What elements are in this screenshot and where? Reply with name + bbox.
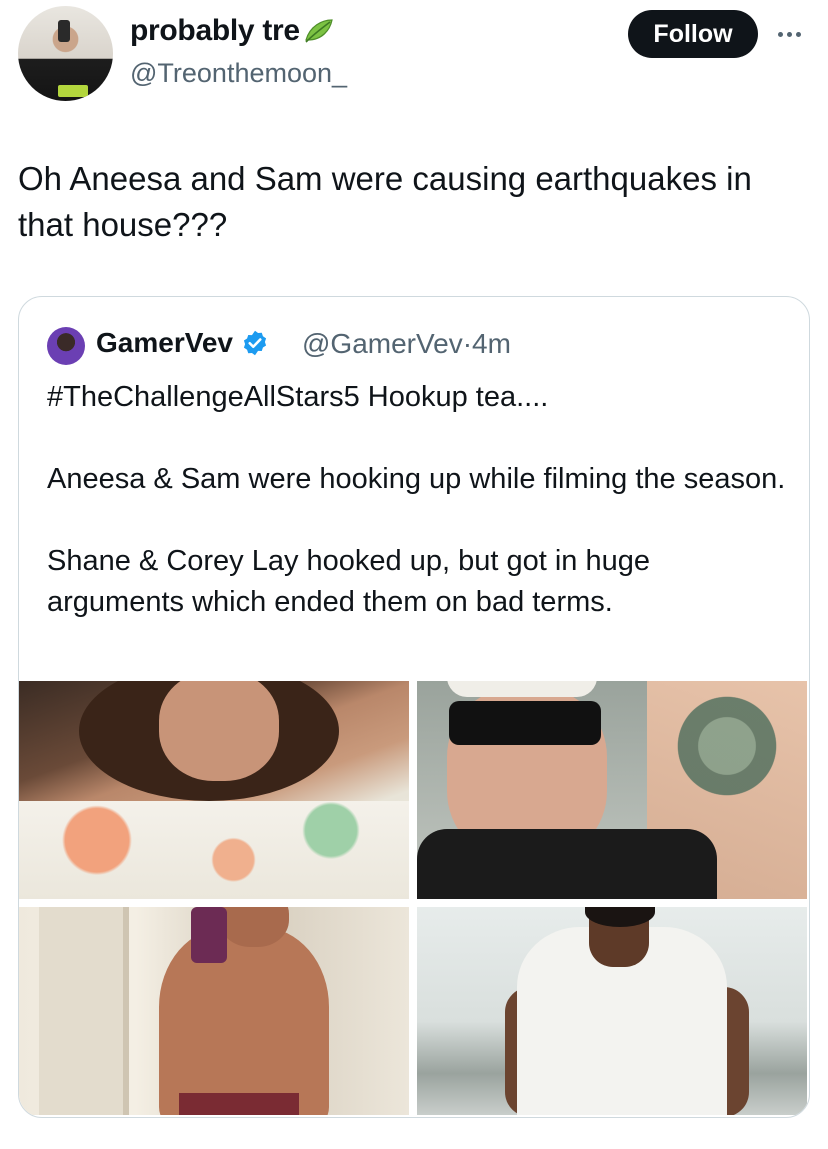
quoted-paragraph: Aneesa & Sam were hooking up while filmi… xyxy=(47,463,786,495)
author-name-text: probably tre xyxy=(130,14,300,47)
quoted-paragraph: #TheChallengeAllStars5 Hookup tea.... xyxy=(47,381,549,413)
photo-phone xyxy=(191,907,227,963)
photo-shirt xyxy=(417,829,717,899)
photo-floral-top xyxy=(19,800,409,899)
dot xyxy=(796,31,801,37)
more-options-icon[interactable] xyxy=(778,22,808,46)
media-grid xyxy=(19,681,809,1117)
media-photo-1[interactable] xyxy=(19,681,409,899)
photo-cap xyxy=(447,681,597,697)
follow-button[interactable]: Follow xyxy=(628,10,758,58)
verified-badge-icon xyxy=(243,330,267,356)
media-photo-3[interactable] xyxy=(19,907,409,1115)
quoted-meta: @GamerVev·4m xyxy=(302,328,511,360)
tweet-text: Oh Aneesa and Sam were causing earthquak… xyxy=(18,160,752,243)
quoted-tweet[interactable]: GamerVev @GamerVev·4m #TheChallengeAllSt… xyxy=(18,296,810,1118)
photo-door xyxy=(39,907,129,1115)
author-avatar[interactable] xyxy=(18,6,113,101)
meta-separator: · xyxy=(462,328,473,359)
quoted-avatar[interactable] xyxy=(47,327,85,365)
author-display-name[interactable]: probably tre xyxy=(130,14,334,48)
photo-face xyxy=(159,681,279,781)
avatar-phone xyxy=(58,20,70,42)
dot xyxy=(778,31,783,37)
media-photo-2[interactable] xyxy=(417,681,807,899)
quoted-body: #TheChallengeAllStars5 Hookup tea.... An… xyxy=(47,377,787,664)
avatar-shirt-logo xyxy=(58,85,88,97)
photo-sunglasses xyxy=(449,701,601,745)
quoted-time[interactable]: 4m xyxy=(472,328,511,359)
quoted-paragraph: Shane & Corey Lay hooked up, but got in … xyxy=(47,545,650,618)
quoted-handle[interactable]: @GamerVev xyxy=(302,328,463,359)
author-handle[interactable]: @Treonthemoon_ xyxy=(130,58,347,89)
photo-shorts xyxy=(179,1093,299,1115)
media-photo-4[interactable] xyxy=(417,907,807,1115)
photo-tattoo xyxy=(667,691,787,801)
dot xyxy=(787,31,792,37)
quoted-name-text: GamerVev xyxy=(96,327,233,358)
quoted-name[interactable]: GamerVev xyxy=(96,327,269,359)
leaf-icon xyxy=(304,19,333,43)
photo-torso xyxy=(159,927,329,1115)
